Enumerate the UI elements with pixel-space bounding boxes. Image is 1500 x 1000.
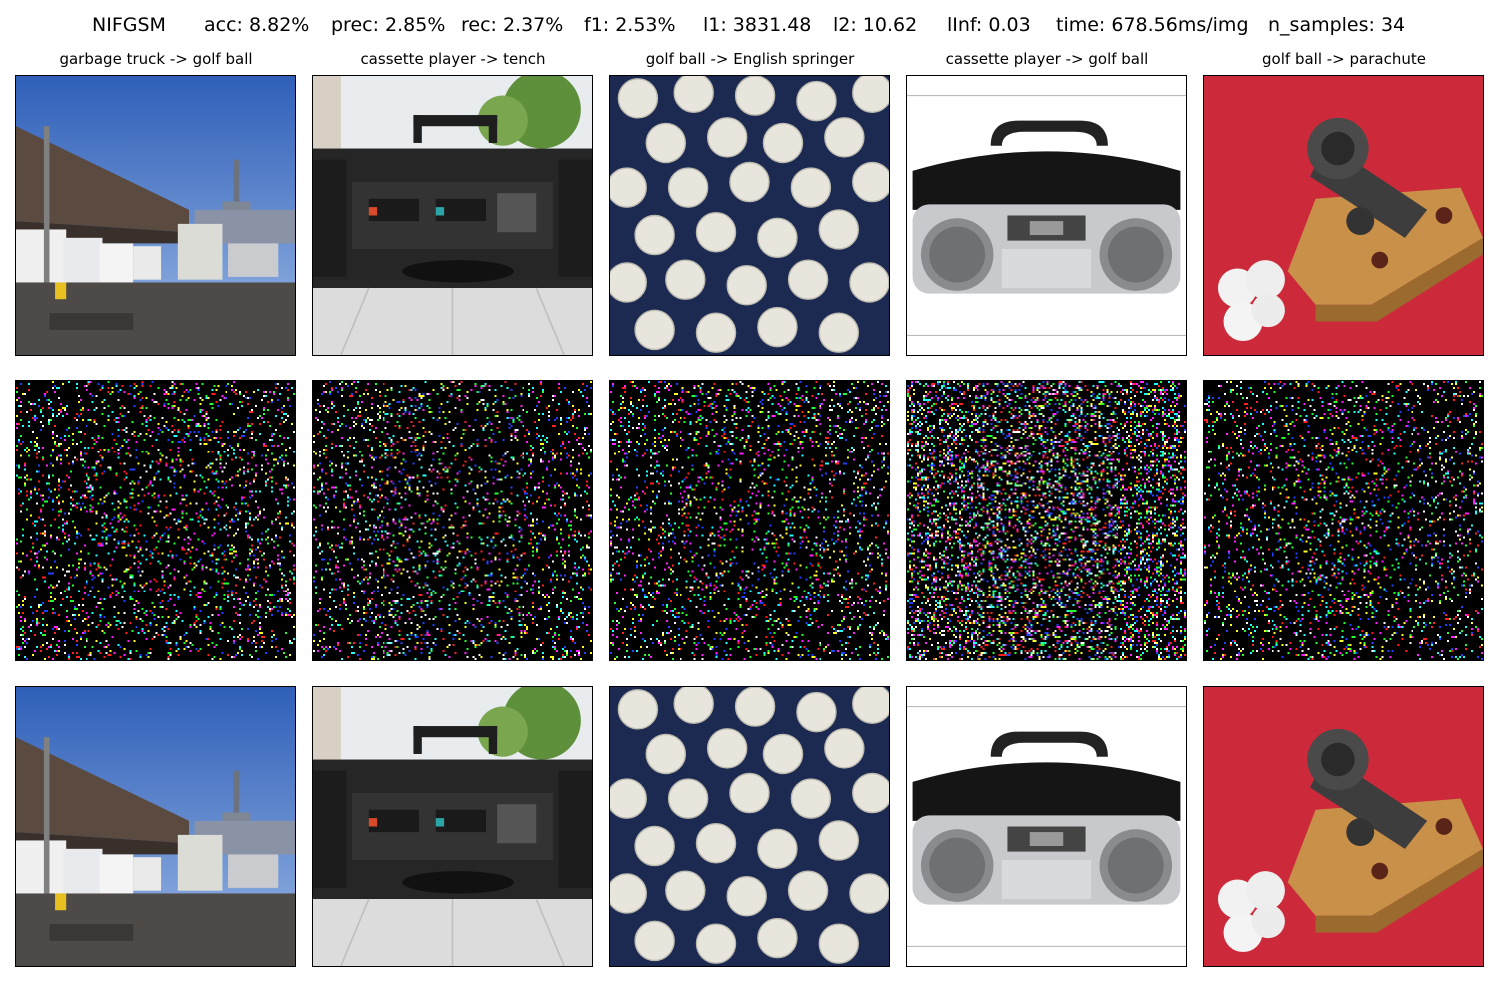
metric-l1: l1: 3831.48 (703, 14, 812, 36)
column-title: golf ball -> English springer (645, 50, 855, 68)
adversarial-image-silver-cd-cassette-player (906, 686, 1187, 967)
metric-rec: rec: 2.37% (461, 14, 564, 36)
perturbation-street-with-garbage-trucks (15, 380, 296, 661)
adversarial-image-golf-balls-on-dark-blue (609, 686, 890, 967)
metric-prec: prec: 2.85% (331, 14, 446, 36)
perturbation-boombox-with-turntable (312, 380, 593, 661)
perturbation-golf-balls-on-dark-blue (609, 380, 890, 661)
original-image-toy-cannon-with-golf-balls (1203, 75, 1484, 356)
column-title: cassette player -> tench (360, 50, 546, 68)
metric-f1: f1: 2.53% (584, 14, 676, 36)
perturbation-toy-cannon-with-golf-balls (1203, 380, 1484, 661)
metrics-header: NIFGSM acc: 8.82% prec: 2.85% rec: 2.37%… (0, 14, 1500, 44)
adversarial-image-boombox-with-turntable (312, 686, 593, 967)
metric-acc: acc: 8.82% (204, 14, 310, 36)
perturbation-silver-cd-cassette-player (906, 380, 1187, 661)
column-title: garbage truck -> golf ball (59, 50, 253, 68)
original-image-street-with-garbage-trucks (15, 75, 296, 356)
metric-time: time: 678.56ms/img (1056, 14, 1249, 36)
metric-l2: l2: 10.62 (833, 14, 918, 36)
adversarial-image-toy-cannon-with-golf-balls (1203, 686, 1484, 967)
original-image-boombox-with-turntable (312, 75, 593, 356)
metric-linf: lInf: 0.03 (947, 14, 1031, 36)
column-title: golf ball -> parachute (1262, 50, 1426, 68)
column-title: cassette player -> golf ball (945, 50, 1149, 68)
metric-n-samples: n_samples: 34 (1268, 14, 1406, 36)
method-name: NIFGSM (92, 14, 166, 36)
original-image-golf-balls-on-dark-blue (609, 75, 890, 356)
original-image-silver-cd-cassette-player (906, 75, 1187, 356)
adversarial-image-street-with-garbage-trucks (15, 686, 296, 967)
